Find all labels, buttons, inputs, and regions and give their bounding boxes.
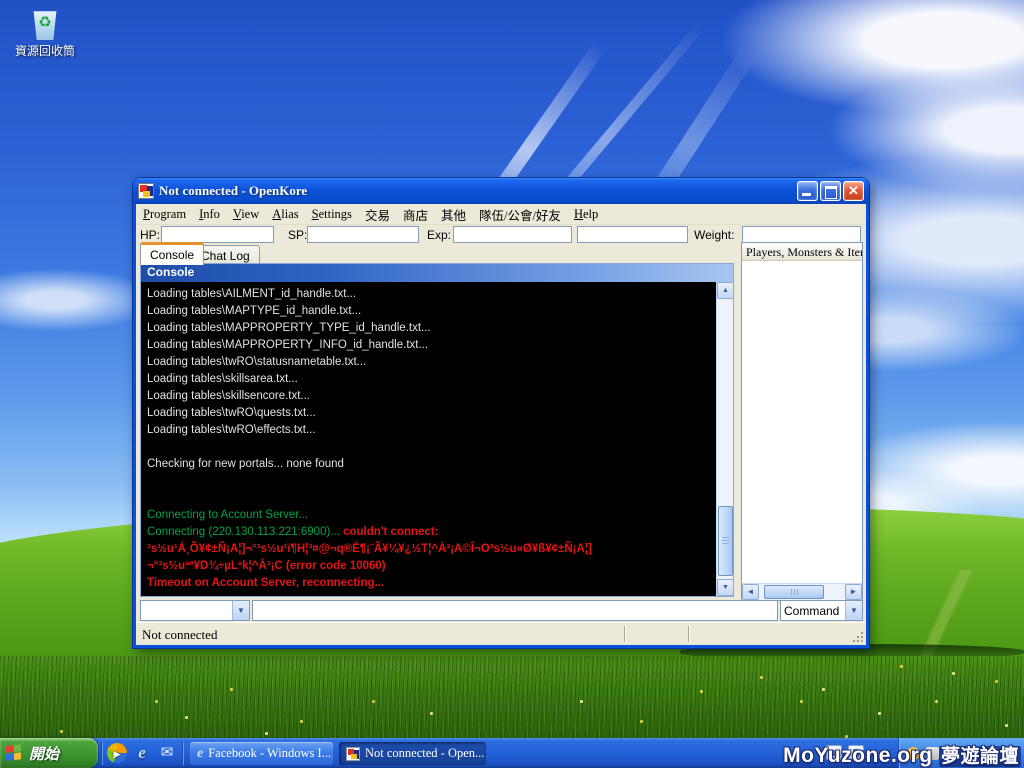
console-line: Connecting to Account Server... <box>147 507 710 524</box>
command-row: Command <box>136 600 866 621</box>
console-line: Loading tables\twRO\quests.txt... <box>147 405 710 422</box>
hscrollbar-thumb[interactable] <box>764 585 824 599</box>
sp-field[interactable] <box>307 226 419 243</box>
start-button[interactable]: 開始 <box>0 738 98 768</box>
menu-bar: Program Info View Alias Settings 交易商店其他隊伍/公會/… <box>136 204 866 225</box>
minimize-button[interactable] <box>797 181 818 201</box>
console-line: Loading tables\twRO\effects.txt... <box>147 422 710 439</box>
menu-item-program[interactable]: Program <box>143 207 186 222</box>
scroll-up-button[interactable] <box>717 282 734 299</box>
console-scrollbar[interactable] <box>716 282 733 596</box>
menu-item-settings[interactable]: Settings <box>312 207 352 222</box>
menu-item-alias[interactable]: Alias <box>272 207 298 222</box>
console-line <box>147 473 710 490</box>
wallpaper-flowers <box>0 0 3 3</box>
taskbar: 開始 e✉ eFacebook - Windows I...Not connec… <box>0 738 1024 768</box>
recycle-bin-label: 資源回收筒 <box>12 42 78 59</box>
menu-item-party[interactable]: 隊伍/公會/好友 <box>479 205 561 224</box>
console-line <box>147 439 710 456</box>
console-line: Loading tables\MAPPROPERTY_TYPE_id_handl… <box>147 320 710 337</box>
hp-field[interactable] <box>161 226 274 243</box>
console-line: Loading tables\twRO\statusnametable.txt.… <box>147 354 710 371</box>
status-separator <box>624 626 626 642</box>
media-player-icon[interactable] <box>107 743 127 763</box>
resize-grip[interactable] <box>862 641 864 643</box>
status-text: Not connected <box>142 627 217 643</box>
console-line: Loading tables\AILMENT_id_handle.txt... <box>147 286 710 303</box>
taskbar-task-facebook[interactable]: e Facebook - Windows I... <box>190 742 333 765</box>
sp-label: SP: <box>288 228 307 242</box>
recycle-bin-desktop-icon[interactable]: ♻ 資源回收筒 <box>12 8 78 59</box>
taskbar-task-label: Not connected - Open... <box>365 746 484 761</box>
close-button[interactable] <box>843 181 864 201</box>
openkore-app-icon <box>138 183 154 199</box>
recycle-glyph-icon: ♻ <box>32 15 58 30</box>
players-monsters-panel: Players, Monsters & Iten <box>741 242 863 601</box>
menu-item-info[interactable]: Info <box>199 207 220 222</box>
window-client-area: Program Info View Alias Settings 交易商店其他隊伍/公會/… <box>133 204 869 648</box>
outlook-express-icon[interactable]: ✉ <box>157 743 177 763</box>
menu-item-shop[interactable]: 商店 <box>403 205 428 224</box>
chevron-down-icon[interactable] <box>845 601 862 620</box>
chevron-down-icon[interactable] <box>232 601 249 620</box>
console-line: Loading tables\skillsarea.txt... <box>147 371 710 388</box>
ie-icon: e <box>197 746 203 762</box>
console-line: Loading tables\MAPTYPE_id_handle.txt... <box>147 303 710 320</box>
menu-item-other[interactable]: 其他 <box>441 205 466 224</box>
console-line: Checking for new portals... none found <box>147 456 710 473</box>
recycle-bin-icon: ♻ <box>32 8 58 40</box>
console-line <box>147 490 710 507</box>
command-type-value: Command <box>784 604 844 618</box>
windows-flag-icon <box>6 744 23 762</box>
ie-icon[interactable]: e <box>132 743 152 763</box>
taskbar-divider <box>101 741 103 765</box>
openkore-window: Not connected - OpenKore Program Info View… <box>133 178 869 648</box>
exp-label: Exp: <box>427 228 451 242</box>
status-bar: Not connected <box>136 622 866 645</box>
taskbar-task-openkore[interactable]: Not connected - Open... <box>339 742 486 765</box>
menu-item-help[interactable]: Help <box>574 207 598 222</box>
watermark-cjk: 夢遊論壇 <box>939 746 1021 767</box>
console-line: Loading tables\skillsencore.txt... <box>147 388 710 405</box>
console-line: ³s½u¹Á¸Õ¥¢±Ñ¡A¦]¬°³s½u¹ï¶H¦³¤@¬q®É¶¡¨Ã¥¼… <box>147 541 710 558</box>
openkore-icon <box>346 747 360 761</box>
window-title: Not connected - OpenKore <box>159 183 795 199</box>
players-monsters-header[interactable]: Players, Monsters & Iten <box>742 243 862 261</box>
weight-field[interactable] <box>742 226 861 243</box>
taskbar-task-label: Facebook - Windows I... <box>208 746 331 761</box>
console-output[interactable]: Loading tables\AILMENT_id_handle.txt...L… <box>141 282 716 596</box>
tab-console[interactable]: Console <box>140 242 204 265</box>
console-line: Connecting (220.130.113.221:6900)... cou… <box>147 524 710 541</box>
watermark: MoYuzone.org 夢遊論壇 <box>783 741 1021 768</box>
window-titlebar[interactable]: Not connected - OpenKore <box>133 178 869 204</box>
panel-hscrollbar[interactable] <box>742 583 862 600</box>
console-line: ¬°³s½uªº¥D¾÷µLªk¦^À³¡C (error code 10060… <box>147 558 710 575</box>
scroll-left-button[interactable] <box>742 584 759 600</box>
scrollbar-thumb[interactable] <box>718 506 733 576</box>
command-type-combobox[interactable]: Command <box>780 600 863 621</box>
maximize-button[interactable] <box>820 181 841 201</box>
menu-item-view[interactable]: View <box>233 207 259 222</box>
status-separator <box>688 626 690 642</box>
weight-label: Weight: <box>694 228 734 242</box>
taskbar-divider <box>182 741 184 765</box>
command-input[interactable] <box>252 600 778 621</box>
scroll-right-button[interactable] <box>845 584 862 600</box>
exp-field-1[interactable] <box>453 226 572 243</box>
desktop: ♻ 資源回收筒 Not connected - OpenKore Program… <box>0 0 1024 768</box>
start-button-label: 開始 <box>29 743 59 764</box>
scroll-down-button[interactable] <box>717 579 734 596</box>
console-line: Timeout on Account Server, reconnecting.… <box>147 575 710 592</box>
menu-item-trade[interactable]: 交易 <box>365 205 390 224</box>
console-line: Loading tables\MAPPROPERTY_INFO_id_handl… <box>147 337 710 354</box>
watermark-latin: MoYuzone.org <box>783 744 933 767</box>
hp-label: HP: <box>140 228 160 242</box>
console-group-header: Console <box>141 264 733 282</box>
exp-field-2[interactable] <box>577 226 688 243</box>
history-combobox[interactable] <box>140 600 250 621</box>
console-group: Console Loading tables\AILMENT_id_handle… <box>140 263 734 597</box>
